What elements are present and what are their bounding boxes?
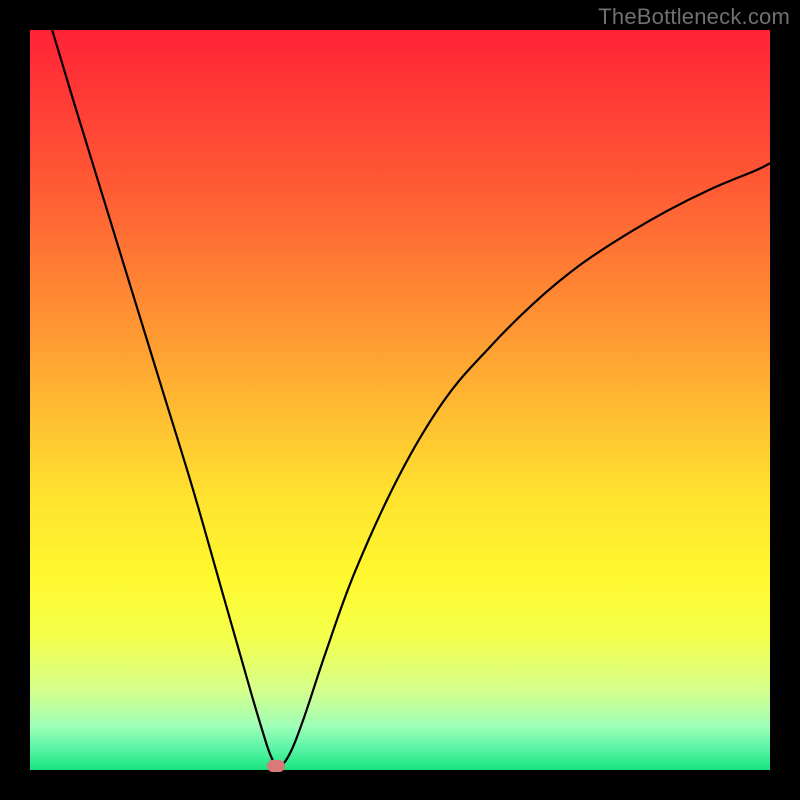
watermark-text: TheBottleneck.com	[598, 4, 790, 30]
chart-frame: TheBottleneck.com	[0, 0, 800, 800]
bottleneck-curve	[30, 30, 770, 770]
minimum-marker	[267, 760, 285, 772]
plot-area	[30, 30, 770, 770]
